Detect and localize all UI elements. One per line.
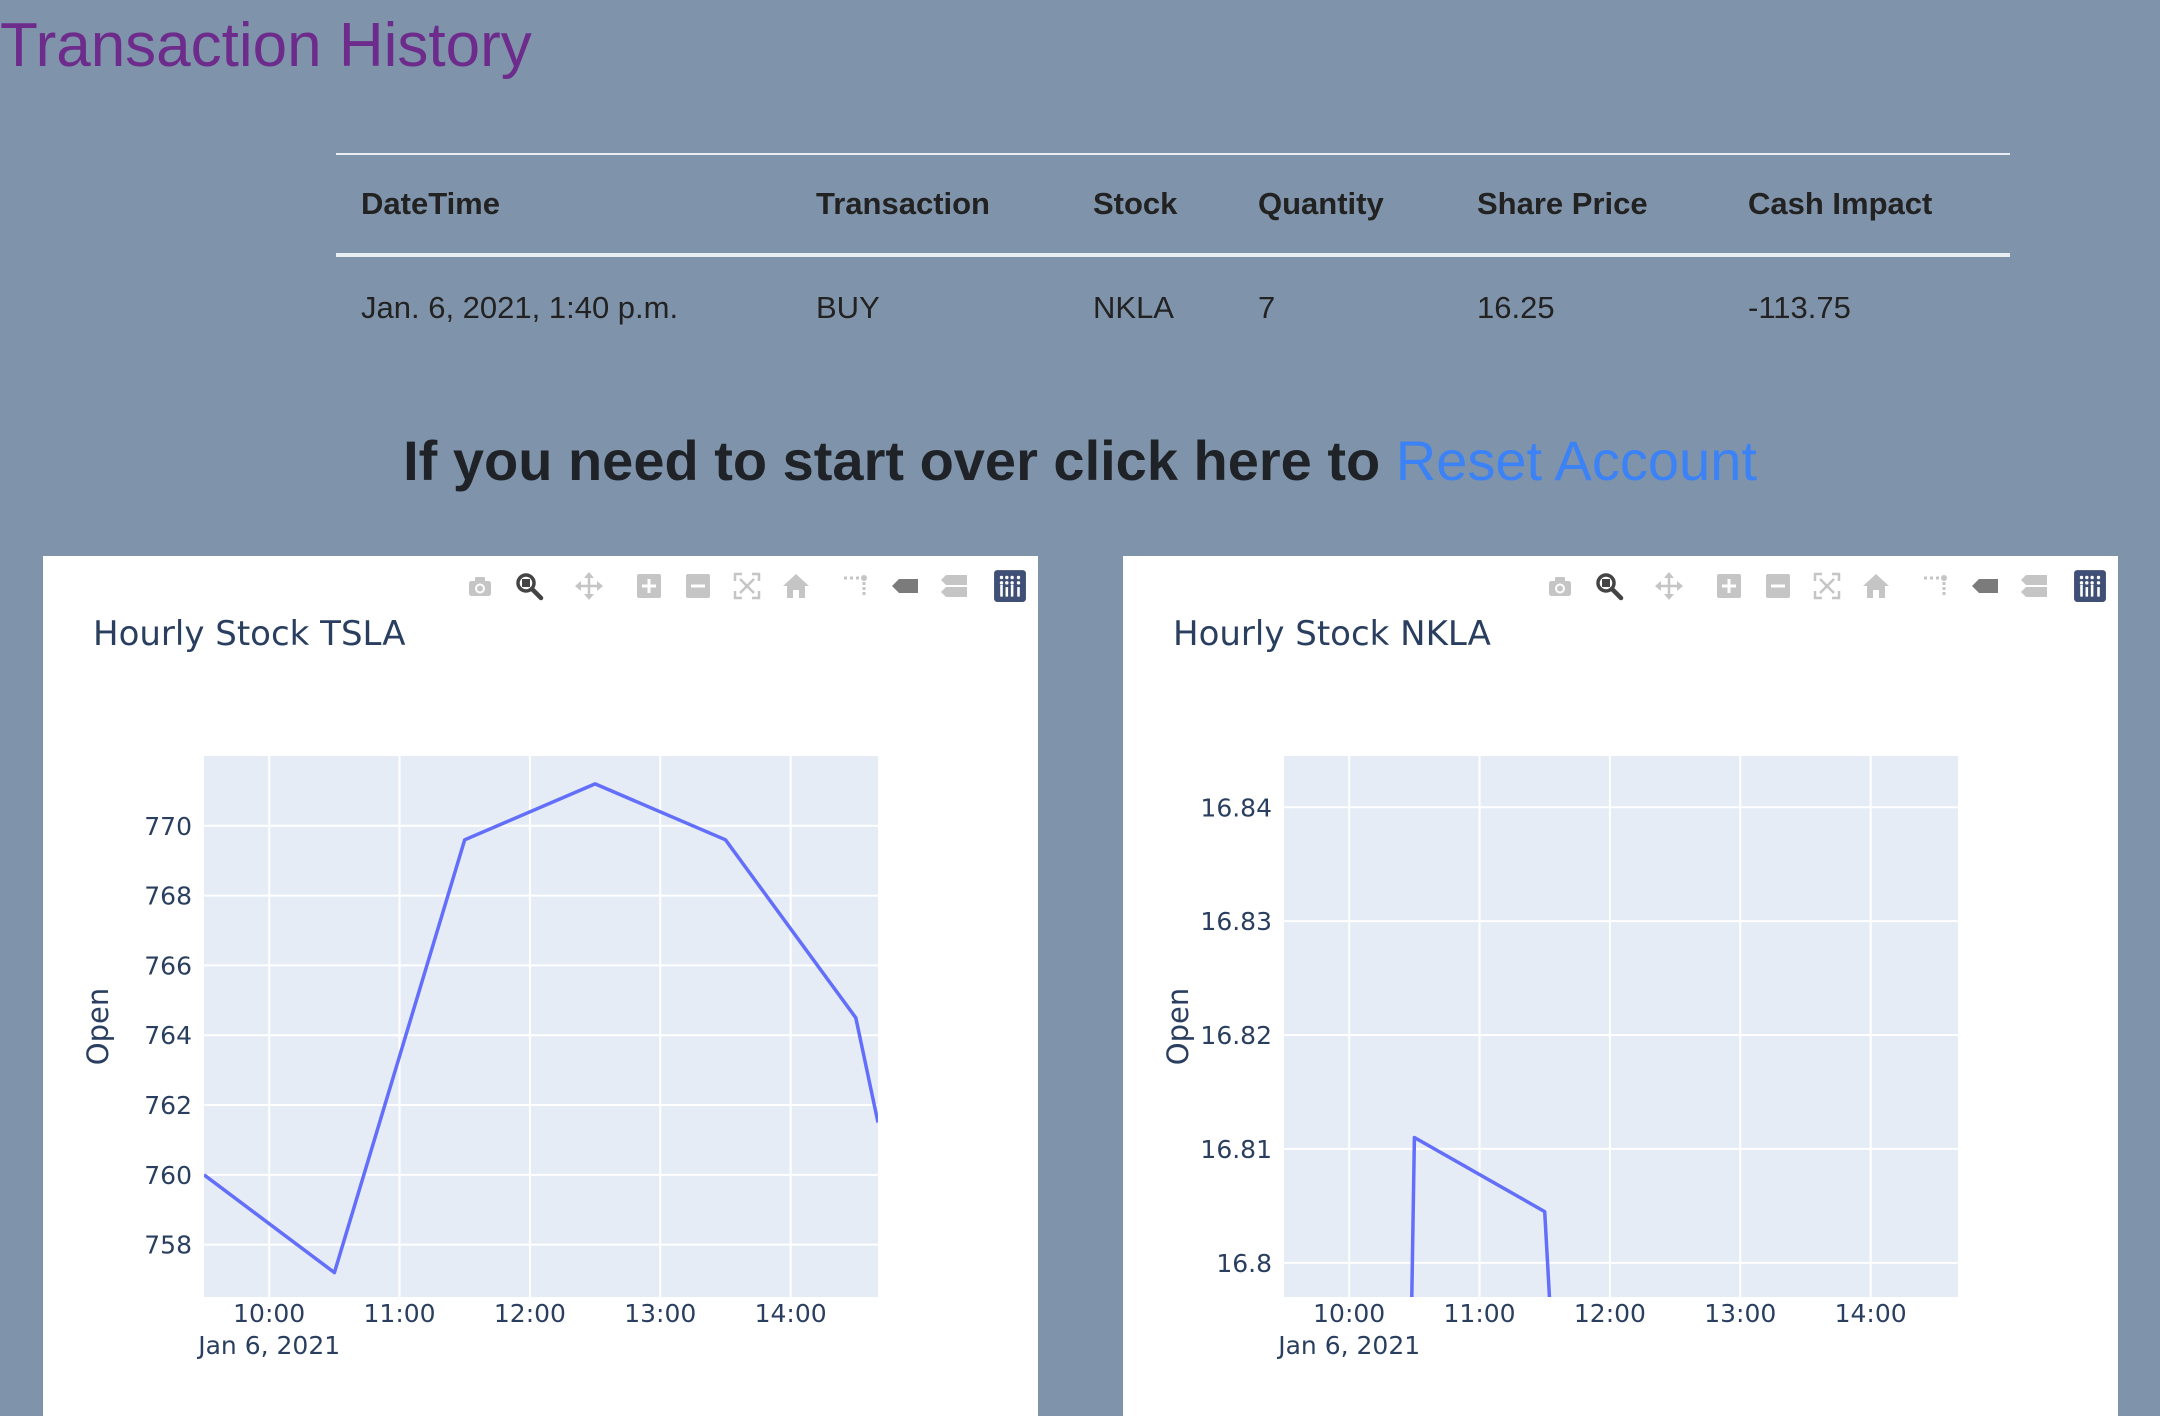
spike-lines-icon[interactable] bbox=[838, 568, 874, 604]
zoom-in-icon[interactable] bbox=[631, 568, 667, 604]
y-tick-label: 758 bbox=[144, 1231, 192, 1260]
cell-stock: NKLA bbox=[1093, 290, 1174, 325]
pan-icon[interactable] bbox=[1651, 568, 1687, 604]
y-tick-label: 16.83 bbox=[1200, 907, 1272, 936]
zoom-icon[interactable] bbox=[511, 568, 547, 604]
zoom-out-icon[interactable] bbox=[1760, 568, 1796, 604]
table-row: Jan. 6, 2021, 1:40 p.m. BUY NKLA 7 16.25… bbox=[336, 255, 2010, 359]
column-header-transaction: Transaction bbox=[791, 153, 1068, 257]
x-tick-label: 12:00 bbox=[494, 1299, 566, 1328]
zoom-in-icon[interactable] bbox=[1711, 568, 1747, 604]
nkla-chart-panel: Hourly Stock NKLA 16.8 16.81 16.82 16.83 16.8… bbox=[1123, 556, 2118, 1416]
x-date-label: Jan 6, 2021 bbox=[196, 1331, 340, 1360]
chart-title: Hourly Stock TSLA bbox=[93, 614, 406, 654]
column-header-datetime: DateTime bbox=[336, 153, 791, 257]
x-tick-label: 11:00 bbox=[364, 1299, 436, 1328]
hover-closest-icon[interactable] bbox=[1967, 568, 2003, 604]
modebar bbox=[1529, 566, 2108, 606]
plotly-logo-icon[interactable] bbox=[2072, 568, 2108, 604]
hover-compare-icon[interactable] bbox=[936, 568, 972, 604]
column-header-quantity: Quantity bbox=[1233, 153, 1452, 257]
zoom-icon[interactable] bbox=[1591, 568, 1627, 604]
y-tick-label: 16.8 bbox=[1216, 1249, 1272, 1278]
y-tick-label: 16.82 bbox=[1200, 1021, 1272, 1050]
reset-message: If you need to start over click here to … bbox=[0, 428, 2160, 493]
spike-lines-icon[interactable] bbox=[1918, 568, 1954, 604]
x-tick-label: 14:00 bbox=[1835, 1299, 1907, 1328]
reset-prompt-text: If you need to start over click here to bbox=[403, 429, 1396, 492]
autoscale-icon[interactable] bbox=[1809, 568, 1845, 604]
nkla-chart[interactable]: Hourly Stock NKLA 16.8 16.81 16.82 16.83 16.8… bbox=[1123, 556, 2118, 1416]
x-tick-label: 10:00 bbox=[1313, 1299, 1385, 1328]
hover-closest-icon[interactable] bbox=[887, 568, 923, 604]
y-axis-title: Open bbox=[1161, 988, 1195, 1065]
x-tick-label: 12:00 bbox=[1574, 1299, 1646, 1328]
y-tick-label: 760 bbox=[144, 1161, 192, 1190]
y-tick-label: 766 bbox=[144, 951, 192, 980]
cell-share-price: 16.25 bbox=[1477, 290, 1555, 325]
cell-cash-impact: -113.75 bbox=[1748, 290, 1851, 325]
cell-transaction: BUY bbox=[816, 290, 880, 325]
cell-quantity: 7 bbox=[1258, 290, 1276, 325]
x-date-label: Jan 6, 2021 bbox=[1276, 1331, 1420, 1360]
x-tick-label: 10:00 bbox=[233, 1299, 305, 1328]
y-tick-label: 16.81 bbox=[1200, 1135, 1272, 1164]
transaction-table: DateTime Transaction Stock Quantity Shar… bbox=[336, 153, 2010, 359]
reset-axes-icon[interactable] bbox=[778, 568, 814, 604]
x-tick-label: 11:00 bbox=[1444, 1299, 1516, 1328]
table-header-row: DateTime Transaction Stock Quantity Shar… bbox=[336, 153, 2010, 257]
plotly-logo-icon[interactable] bbox=[992, 568, 1028, 604]
chart-title: Hourly Stock NKLA bbox=[1173, 614, 1491, 654]
tsla-chart[interactable]: Hourly Stock TSLA 758 760 762 764 766 768 770 10… bbox=[43, 556, 1038, 1416]
modebar bbox=[449, 566, 1028, 606]
reset-account-link[interactable]: Reset Account bbox=[1396, 429, 1757, 492]
page-title: Transaction History bbox=[0, 11, 532, 80]
x-tick-label: 13:00 bbox=[1704, 1299, 1776, 1328]
column-header-share-price: Share Price bbox=[1452, 153, 1723, 257]
y-tick-label: 16.84 bbox=[1200, 793, 1272, 822]
y-tick-label: 764 bbox=[144, 1021, 192, 1050]
y-tick-label: 762 bbox=[144, 1091, 192, 1120]
hover-compare-icon[interactable] bbox=[2016, 568, 2052, 604]
x-tick-label: 13:00 bbox=[624, 1299, 696, 1328]
reset-axes-icon[interactable] bbox=[1858, 568, 1894, 604]
y-axis-title: Open bbox=[81, 988, 115, 1065]
plot-area[interactable] bbox=[204, 756, 878, 1297]
y-tick-label: 770 bbox=[144, 812, 192, 841]
y-tick-label: 768 bbox=[144, 882, 192, 911]
camera-icon[interactable] bbox=[1542, 568, 1578, 604]
camera-icon[interactable] bbox=[462, 568, 498, 604]
autoscale-icon[interactable] bbox=[729, 568, 765, 604]
x-tick-label: 14:00 bbox=[755, 1299, 827, 1328]
cell-datetime: Jan. 6, 2021, 1:40 p.m. bbox=[361, 290, 679, 325]
zoom-out-icon[interactable] bbox=[680, 568, 716, 604]
plot-area[interactable] bbox=[1284, 756, 1958, 1297]
tsla-chart-panel: Hourly Stock TSLA 758 760 762 764 766 768 770 10… bbox=[43, 556, 1038, 1416]
column-header-stock: Stock bbox=[1068, 153, 1233, 257]
pan-icon[interactable] bbox=[571, 568, 607, 604]
column-header-cash-impact: Cash Impact bbox=[1723, 153, 2010, 257]
